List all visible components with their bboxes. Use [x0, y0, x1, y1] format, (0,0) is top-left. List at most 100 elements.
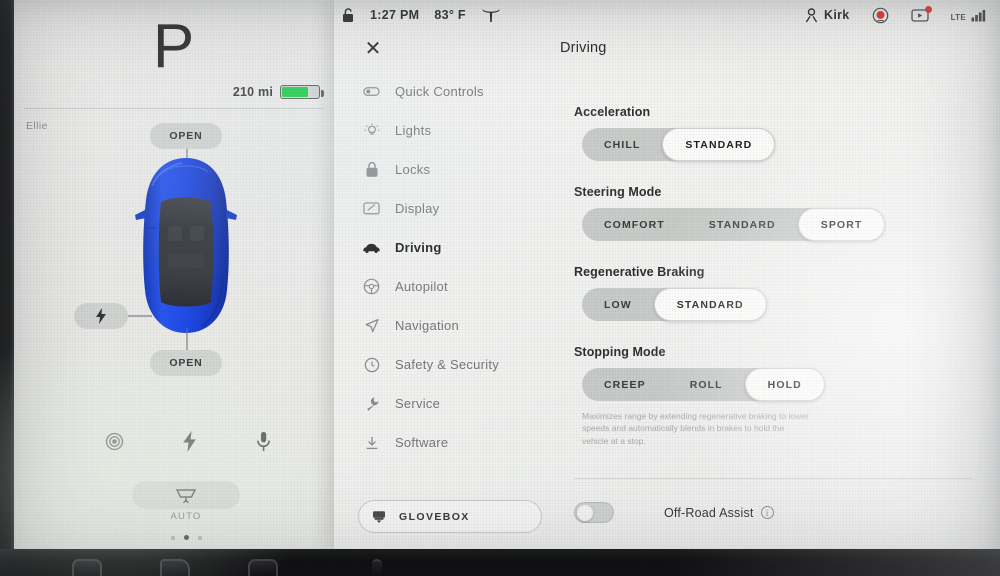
status-bar-right: Kirk LTE: [805, 0, 988, 30]
driver-name-label: Kirk: [824, 8, 850, 22]
steering-mode-segmented-control[interactable]: COMFORT STANDARD SPORT: [582, 208, 886, 241]
stopping-mode-label: Stopping Mode: [574, 345, 666, 359]
stopping-option-hold[interactable]: HOLD: [744, 368, 825, 401]
quick-controls-icon: [362, 85, 381, 98]
trunk-open-button[interactable]: OPEN: [150, 350, 222, 376]
steering-wheel-icon: [362, 278, 381, 295]
regen-option-low[interactable]: LOW: [582, 288, 654, 321]
setting-group-steering-mode: Steering Mode COMFORT STANDARD SPORT: [574, 185, 984, 241]
setting-group-stopping-mode: Stopping Mode CREEP ROLL HOLD Maximizes …: [574, 345, 984, 447]
acceleration-option-standard[interactable]: STANDARD: [662, 128, 776, 161]
status-bar: 1:27 PM 83° F Kirk LTE: [334, 0, 1000, 30]
settings-sidebar: Quick Controls Lights Locks Display Driv…: [356, 72, 546, 462]
stopping-option-roll[interactable]: ROLL: [668, 368, 745, 401]
range-label: 210 mi: [232, 85, 273, 99]
driver-profile-name: Ellie: [26, 120, 48, 132]
dashboard-vent-bar: [0, 549, 1000, 576]
driving-settings-content: Acceleration CHILL STANDARD Steering Mod…: [574, 105, 984, 471]
glovebox-label: GLOVEBOX: [399, 510, 470, 523]
page-title: Driving: [560, 40, 607, 56]
sidebar-item-label: Safety & Security: [395, 357, 499, 372]
battery-fill: [282, 87, 309, 97]
off-road-assist-label: Off-Road Assist: [664, 505, 754, 520]
battery-icon: [280, 85, 324, 99]
sidebar-item-service[interactable]: Service: [356, 384, 546, 423]
sidebar-item-software[interactable]: Software: [356, 423, 546, 462]
regen-segmented-control[interactable]: LOW STANDARD: [582, 288, 767, 321]
sidebar-item-label: Software: [395, 435, 449, 450]
media-notification-icon[interactable]: [910, 5, 932, 23]
sidebar-item-locks[interactable]: Locks: [356, 150, 546, 189]
page-dot[interactable]: [197, 535, 202, 540]
status-bar-left: 1:27 PM 83° F: [334, 7, 501, 23]
lightning-bolt-icon: [96, 308, 106, 324]
trunk-connector-line: [186, 328, 188, 350]
page-dot[interactable]: [170, 535, 175, 540]
vehicle-top-view-graphic: [135, 158, 237, 333]
glovebox-icon: [359, 508, 399, 526]
sidebar-item-display[interactable]: Display: [356, 189, 546, 228]
charge-port-button[interactable]: [74, 303, 128, 329]
network-label: LTE: [950, 13, 966, 22]
acceleration-option-chill[interactable]: CHILL: [582, 128, 662, 161]
clock-label: 1:27 PM: [370, 8, 420, 22]
page-dots[interactable]: [132, 535, 240, 540]
screen-bezel-left: [0, 0, 14, 552]
steering-option-sport[interactable]: SPORT: [797, 208, 886, 241]
off-road-assist-toggle[interactable]: [574, 502, 614, 523]
sidebar-item-label: Navigation: [395, 318, 459, 333]
steering-option-standard[interactable]: STANDARD: [687, 208, 798, 241]
frunk-open-button[interactable]: OPEN: [150, 123, 222, 149]
sidebar-item-label: Driving: [395, 240, 442, 255]
quick-actions-row: [28, 420, 348, 462]
steering-option-comfort[interactable]: COMFORT: [582, 208, 687, 241]
sidebar-item-label: Quick Controls: [395, 84, 484, 99]
air-vent-icon: [160, 559, 190, 576]
vehicle-status-panel: P 210 mi Ellie OPEN OPEN AUTO: [14, 0, 334, 549]
wiper-button[interactable]: [132, 481, 240, 509]
sidebar-item-driving[interactable]: Driving: [356, 228, 546, 267]
unlocked-padlock-icon[interactable]: [342, 7, 355, 23]
navigation-arrow-icon: [362, 318, 381, 334]
air-vent-icon: [372, 559, 382, 576]
sidebar-item-safety-security[interactable]: Safety & Security: [356, 345, 546, 384]
stopping-mode-segmented-control[interactable]: CREEP ROLL HOLD: [582, 368, 825, 401]
microphone-icon[interactable]: [256, 431, 271, 452]
info-circle-icon[interactable]: i: [760, 506, 774, 519]
charge-connector-line: [128, 315, 152, 317]
divider: [24, 108, 324, 109]
display-icon: [362, 201, 381, 216]
sidebar-item-label: Display: [395, 201, 440, 216]
driver-profile-chip[interactable]: Kirk: [805, 7, 850, 23]
tesla-t-logo[interactable]: [481, 8, 501, 23]
acceleration-segmented-control[interactable]: CHILL STANDARD: [582, 128, 776, 161]
car-icon: [362, 242, 381, 254]
steering-mode-label: Steering Mode: [574, 185, 662, 199]
glovebox-button[interactable]: GLOVEBOX: [358, 500, 542, 533]
dashcam-record-icon[interactable]: [872, 7, 889, 24]
sidebar-item-lights[interactable]: Lights: [356, 111, 546, 150]
wiper-mode-label: AUTO: [170, 511, 202, 522]
camera-icon[interactable]: [105, 432, 124, 451]
air-vent-icon: [248, 559, 278, 576]
sidebar-item-label: Service: [395, 396, 441, 411]
regen-option-standard[interactable]: STANDARD: [653, 288, 767, 321]
sidebar-item-autopilot[interactable]: Autopilot: [356, 267, 546, 306]
gear-indicator: P: [152, 12, 196, 81]
shield-clock-icon: [362, 357, 381, 373]
network-status[interactable]: LTE: [951, 8, 988, 22]
sidebar-item-label: Locks: [395, 162, 431, 177]
range-indicator: 210 mi: [232, 85, 324, 99]
stopping-option-creep[interactable]: CREEP: [582, 368, 668, 401]
sidebar-item-quick-controls[interactable]: Quick Controls: [356, 72, 546, 111]
setting-group-acceleration: Acceleration CHILL STANDARD: [574, 105, 984, 161]
sidebar-item-navigation[interactable]: Navigation: [356, 306, 546, 345]
close-icon[interactable]: ✕: [360, 36, 386, 62]
wrench-icon: [362, 396, 381, 412]
stopping-mode-description: Maximizes range by extending regenerativ…: [582, 411, 809, 446]
page-dot-active[interactable]: [183, 535, 189, 540]
lightning-bolt-icon[interactable]: [182, 430, 197, 452]
lock-icon: [362, 161, 381, 178]
sidebar-item-label: Lights: [395, 123, 432, 138]
tesla-touchscreen: P 210 mi Ellie OPEN OPEN AUTO ✕ Driving …: [0, 0, 1000, 576]
